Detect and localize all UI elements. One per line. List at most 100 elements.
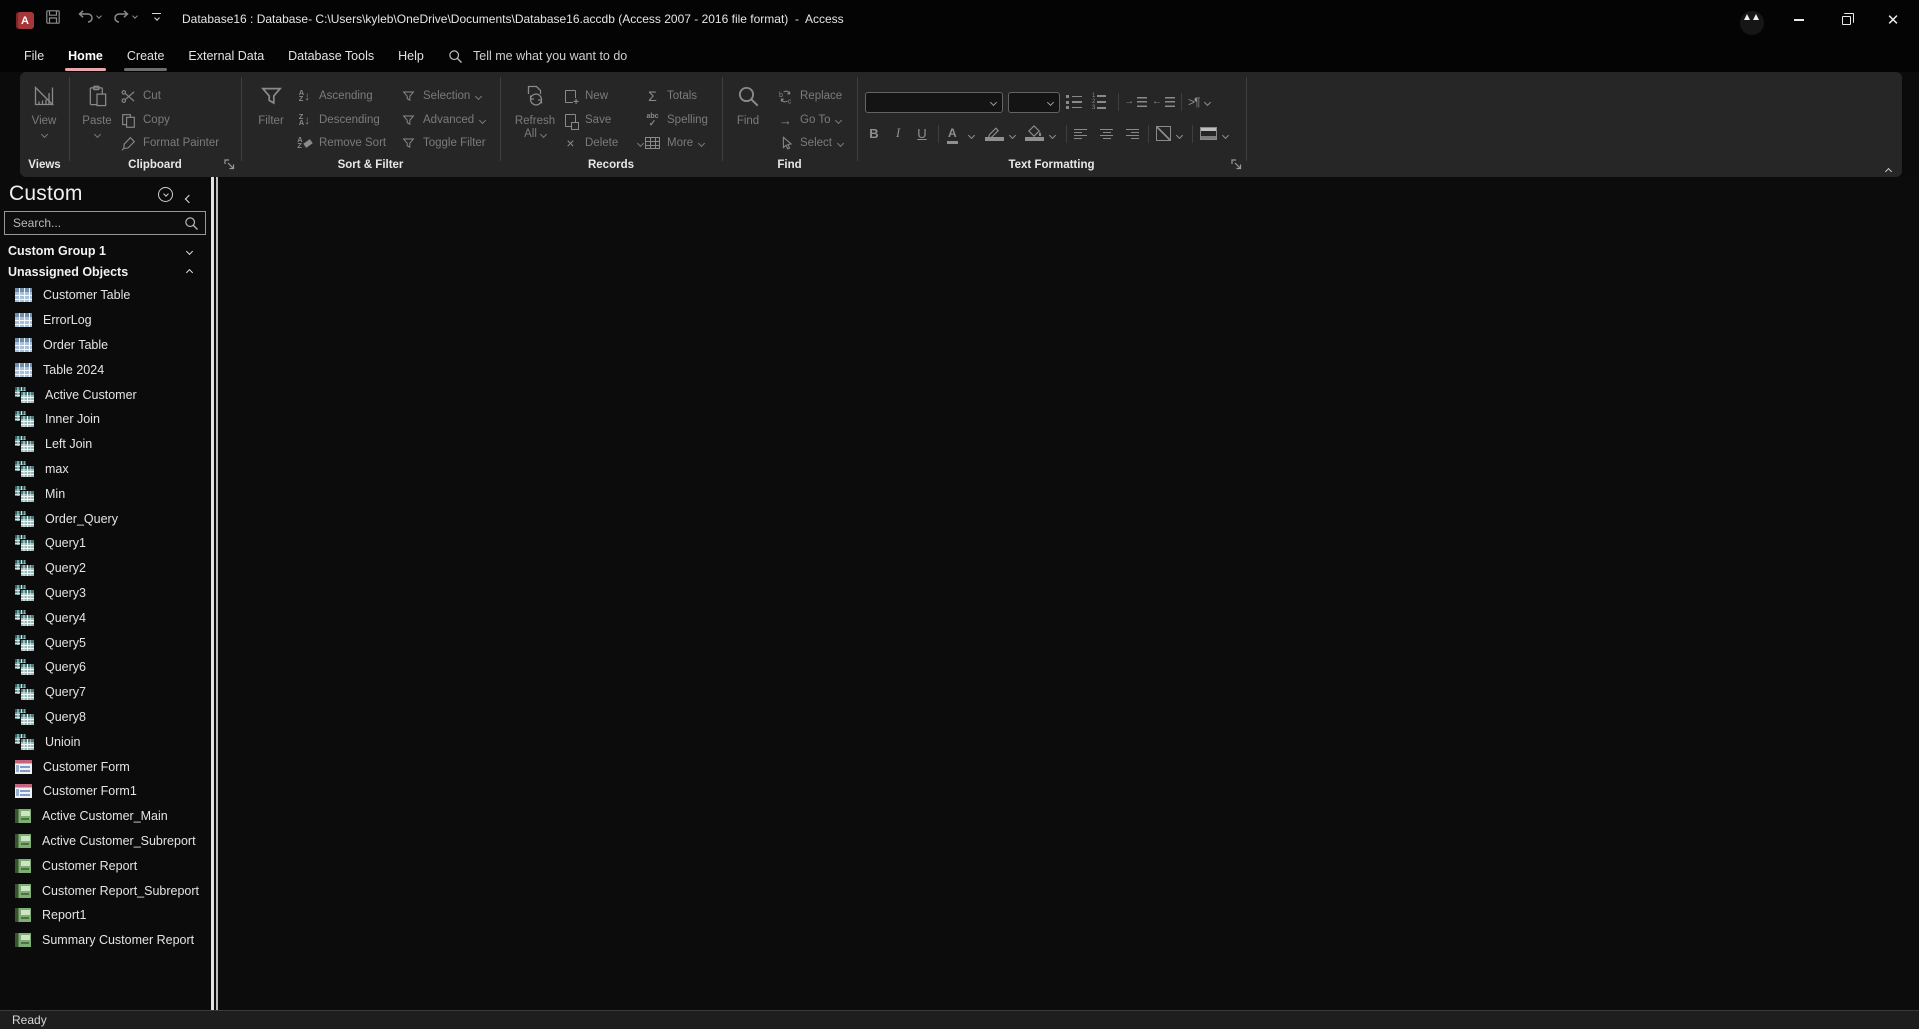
nav-item-order-query[interactable]: Order_Query (0, 506, 206, 531)
nav-item-customer-report[interactable]: Customer Report (0, 853, 206, 878)
nav-item-max[interactable]: max (0, 457, 206, 482)
nav-item-query3[interactable]: Query3 (0, 581, 206, 606)
nav-pane-menu-button[interactable] (158, 187, 173, 202)
nav-search-box[interactable]: Search... (4, 211, 206, 235)
decrease-indent-button[interactable]: ← (1152, 91, 1175, 113)
find-button[interactable]: Find (726, 76, 770, 162)
nav-item-customer-table[interactable]: Customer Table (0, 283, 206, 308)
nav-item-query7[interactable]: Query7 (0, 680, 206, 705)
nav-item-active-customer[interactable]: Active Customer (0, 382, 206, 407)
nav-item-customer-form[interactable]: Customer Form (0, 754, 206, 779)
underline-button[interactable]: U (914, 122, 930, 144)
italic-button[interactable]: I (891, 122, 905, 144)
nav-item-report1[interactable]: Report1 (0, 903, 206, 928)
align-center-button[interactable] (1100, 123, 1113, 145)
undo-dropdown-icon[interactable] (96, 13, 102, 19)
alternate-row-color-button[interactable] (1200, 122, 1217, 144)
highlight-color-dropdown[interactable] (1008, 124, 1017, 146)
tell-me-search[interactable]: Tell me what you want to do (448, 40, 627, 72)
format-painter-button[interactable]: Format Painter (120, 132, 219, 154)
save-button[interactable] (45, 9, 61, 25)
nav-item-active-customer-main[interactable]: Active Customer_Main (0, 804, 206, 829)
background-color-button[interactable] (1025, 120, 1044, 142)
nav-group-unassigned-objects[interactable]: Unassigned Objects (0, 262, 206, 282)
goto-button[interactable]: → Go To (777, 109, 843, 131)
delete-record-button[interactable]: × Delete (562, 132, 645, 154)
clipboard-dialog-launcher[interactable] (223, 158, 236, 171)
nav-item-left-join[interactable]: Left Join (0, 432, 206, 457)
undo-button[interactable] (77, 9, 102, 25)
save-record-button[interactable]: Save (562, 109, 611, 131)
bullets-button[interactable] (1066, 91, 1082, 113)
remove-sort-button[interactable]: AZ Remove Sort (296, 132, 386, 154)
nav-item-active-customer-subreport[interactable]: Active Customer_Subreport (0, 829, 206, 854)
nav-item-query2[interactable]: Query2 (0, 556, 206, 581)
increase-indent-icon: → (1124, 97, 1147, 107)
totals-button[interactable]: Σ Totals (644, 85, 697, 107)
nav-item-customer-form1[interactable]: Customer Form1 (0, 779, 206, 804)
spelling-button[interactable]: abc ✓ Spelling (644, 109, 707, 131)
copy-button[interactable]: Copy (120, 109, 170, 131)
increase-indent-button[interactable]: → (1124, 91, 1147, 113)
numbering-button[interactable]: 123 (1092, 91, 1106, 113)
text-formatting-dialog-launcher[interactable] (1230, 158, 1243, 171)
tab-create[interactable]: Create (115, 40, 177, 72)
redo-button[interactable] (113, 9, 138, 25)
tab-external-data[interactable]: External Data (176, 40, 276, 72)
more-records-button[interactable]: More (644, 132, 706, 154)
align-right-button[interactable] (1126, 123, 1139, 145)
font-color-dropdown[interactable] (967, 124, 976, 146)
nav-item-unioin[interactable]: Unioin (0, 729, 206, 754)
nav-item-query1[interactable]: Query1 (0, 531, 206, 556)
tab-database-tools[interactable]: Database Tools (276, 40, 386, 72)
nav-item-inner-join[interactable]: Inner Join (0, 407, 206, 432)
close-button[interactable]: ✕ (1873, 0, 1913, 40)
nav-item-errorlog[interactable]: ErrorLog (0, 308, 206, 333)
customize-qat-button[interactable] (152, 13, 161, 22)
gridlines-button[interactable] (1156, 122, 1171, 144)
paste-button[interactable]: Paste (75, 76, 119, 162)
restore-button[interactable] (1826, 0, 1866, 40)
font-color-button[interactable]: A (947, 122, 958, 144)
descending-button[interactable]: Z A ↓ Descending (296, 109, 380, 131)
bold-button[interactable]: B (866, 122, 882, 144)
cut-button[interactable]: Cut (120, 85, 161, 107)
view-button[interactable]: View (21, 76, 67, 162)
tab-help[interactable]: Help (386, 40, 436, 72)
nav-item-customer-report-subreport[interactable]: Customer Report_Subreport (0, 878, 206, 903)
font-name-combobox[interactable] (865, 92, 1003, 113)
alternate-row-color-dropdown[interactable] (1221, 124, 1230, 146)
gridlines-dropdown[interactable] (1175, 124, 1184, 146)
highlight-color-button[interactable] (985, 120, 1004, 142)
minimize-button[interactable] (1779, 0, 1819, 40)
ascending-button[interactable]: A Z ↓ Ascending (296, 85, 373, 107)
align-left-button[interactable] (1074, 123, 1087, 145)
background-color-dropdown[interactable] (1048, 124, 1057, 146)
nav-item-summary-customer-report[interactable]: Summary Customer Report (0, 928, 206, 953)
text-direction-button[interactable]: >¶ (1188, 91, 1212, 113)
new-record-button[interactable]: New (562, 85, 608, 107)
selection-button[interactable]: Selection (400, 85, 483, 107)
nav-pane-title[interactable]: Custom (9, 182, 83, 206)
nav-item-query8[interactable]: Query8 (0, 705, 206, 730)
tab-file[interactable]: File (12, 40, 56, 72)
refresh-all-button[interactable]: Refresh All (510, 76, 560, 162)
nav-pane-splitter[interactable] (211, 177, 214, 1010)
replace-button[interactable]: Replace (777, 85, 842, 107)
nav-item-table-2024[interactable]: Table 2024 (0, 357, 206, 382)
tab-home[interactable]: Home (56, 40, 115, 72)
nav-item-query5[interactable]: Query5 (0, 630, 206, 655)
toggle-filter-button[interactable]: Toggle Filter (400, 132, 486, 154)
select-button[interactable]: Select (777, 132, 845, 154)
nav-item-query4[interactable]: Query4 (0, 605, 206, 630)
nav-item-min[interactable]: Min (0, 481, 206, 506)
nav-item-order-table[interactable]: Order Table (0, 333, 206, 358)
shutter-bar-close-button[interactable] (184, 189, 194, 207)
filter-button[interactable]: Filter (247, 76, 295, 162)
font-size-combobox[interactable] (1008, 92, 1060, 113)
advanced-button[interactable]: Advanced (400, 109, 487, 131)
nav-group-custom-group-1[interactable]: Custom Group 1 (0, 241, 206, 261)
nav-item-query6[interactable]: Query6 (0, 655, 206, 680)
account-avatar[interactable] (1740, 11, 1764, 35)
redo-dropdown-icon[interactable] (132, 13, 138, 19)
